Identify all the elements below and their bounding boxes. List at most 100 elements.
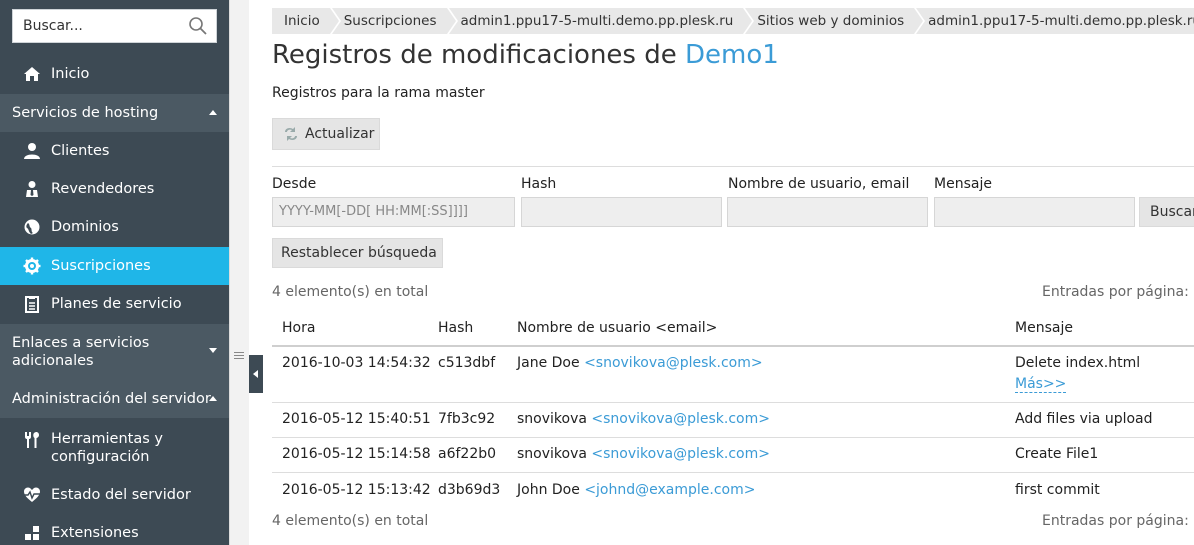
filter-hash-label: Hash [521, 176, 557, 192]
reset-search-label: Restablecer búsqueda [281, 245, 437, 261]
caret-up-icon [209, 110, 217, 115]
filter-desde-input[interactable]: YYYY-MM[-DD[ HH:MM[:SS]]]] [272, 197, 515, 227]
cell-user-name: snovikova [517, 446, 587, 462]
entries-per-page-label: Entradas por página: [1042, 284, 1194, 300]
sidebar-group-label-line2: adicionales [12, 353, 94, 369]
caret-up-icon [209, 396, 217, 401]
filter-user-input[interactable] [727, 197, 928, 227]
sidebar-search-input[interactable]: Buscar... [12, 9, 217, 43]
column-header-hash[interactable]: Hash [438, 320, 473, 336]
filter-desde-label: Desde [272, 176, 317, 192]
search-button[interactable]: Buscar [1139, 197, 1194, 227]
sidebar-item-clients[interactable]: Clientes [0, 132, 229, 170]
column-header-message[interactable]: Mensaje [1015, 320, 1073, 336]
sidebar-item-server-status[interactable]: Estado del servidor [0, 476, 229, 514]
cell-user-email-link[interactable]: <snovikova@plesk.com> [591, 411, 770, 427]
sidebar-item-resellers[interactable]: Revendedores [0, 170, 229, 208]
refresh-button[interactable]: Actualizar [272, 118, 380, 150]
breadcrumb-item[interactable]: admin1.ppu17-5-multi.demo.pp.plesk.ru [448, 8, 755, 34]
table-header-divider [272, 345, 1194, 347]
filter-user-label: Nombre de usuario, email [728, 176, 910, 192]
breadcrumb: Inicio Suscripciones admin1.ppu17-5-mult… [272, 8, 1194, 34]
sidebar-splitter[interactable] [229, 0, 249, 545]
sidebar-group-links[interactable]: Enlaces a servicios adicionales [0, 324, 229, 380]
filter-desde-placeholder: YYYY-MM[-DD[ HH:MM[:SS]]]] [279, 204, 468, 219]
page-subtitle: Registros para la rama master [272, 85, 485, 101]
sidebar-item-label: Dominios [51, 219, 119, 235]
sidebar-item-label: Revendedores [51, 181, 155, 197]
sidebar-group-hosting[interactable]: Servicios de hosting [0, 94, 229, 132]
user-icon [21, 140, 43, 162]
breadcrumb-item[interactable]: admin1.ppu17-5-multi.demo.pp.plesk.ru [916, 8, 1194, 34]
sidebar-item-domains[interactable]: Dominios [0, 208, 229, 246]
cell-hash: a6f22b0 [438, 446, 497, 462]
search-icon[interactable] [188, 16, 208, 36]
entries-per-page-label: Entradas por página: [1042, 513, 1194, 529]
sidebar-group-server-admin[interactable]: Administración del servidor [0, 380, 229, 418]
cell-user-email-link[interactable]: <snovikova@plesk.com> [584, 355, 763, 371]
sidebar-item-tools-settings[interactable]: Herramientas y configuración [0, 420, 229, 476]
cell-time: 2016-05-12 15:13:42 [282, 482, 431, 498]
breadcrumb-item[interactable]: Inicio [272, 8, 341, 34]
cell-message: Delete index.html [1015, 355, 1141, 371]
page-title: Registros de modificaciones de Demo1 [272, 40, 779, 70]
cell-time: 2016-10-03 14:54:32 [282, 355, 431, 371]
extensions-icon [21, 522, 43, 544]
cell-hash: d3b69d3 [438, 482, 501, 498]
search-placeholder: Buscar... [23, 18, 83, 34]
sidebar-item-label: Estado del servidor [51, 487, 191, 503]
row-divider [272, 402, 1194, 403]
row-divider [272, 437, 1194, 438]
filter-message-label: Mensaje [934, 176, 992, 192]
drag-handle-icon[interactable] [234, 352, 244, 362]
page-title-prefix: Registros de modificaciones de [272, 40, 686, 70]
cell-user-email-link[interactable]: <johnd@example.com> [584, 482, 755, 498]
cell-user: Jane Doe <snovikova@plesk.com> [517, 355, 763, 371]
page-title-name[interactable]: Demo1 [685, 40, 779, 70]
sidebar-item-label: Extensiones [51, 525, 139, 541]
cell-message: Add files via upload [1015, 411, 1153, 427]
gear-icon [21, 255, 43, 277]
sidebar-item-label: Suscripciones [51, 258, 151, 274]
filter-hash-input[interactable] [521, 197, 722, 227]
cell-user: snovikova <snovikova@plesk.com> [517, 446, 770, 462]
breadcrumb-item[interactable]: Suscripciones [331, 8, 458, 34]
refresh-icon [285, 127, 297, 141]
row-divider [272, 472, 1194, 473]
caret-down-icon [209, 348, 217, 353]
sidebar-item-label-line2: configuración [51, 449, 150, 465]
sidebar-group-label: Servicios de hosting [12, 105, 159, 121]
entries-per-page: Entradas por página: 1 [1042, 284, 1194, 300]
search-button-label: Buscar [1150, 204, 1194, 220]
heartbeat-icon [21, 484, 43, 506]
cell-hash: 7fb3c92 [438, 411, 496, 427]
column-header-user[interactable]: Nombre de usuario <email> [517, 320, 717, 336]
cell-hash: c513dbf [438, 355, 496, 371]
plan-icon [21, 293, 43, 315]
filter-message-input[interactable] [934, 197, 1135, 227]
reset-search-button[interactable]: Restablecer búsqueda [272, 238, 443, 268]
cell-user: snovikova <snovikova@plesk.com> [517, 411, 770, 427]
sidebar: Buscar... Inicio Servicios de hosting Cl… [0, 0, 229, 545]
divider [272, 166, 1194, 167]
sidebar-item-service-plans[interactable]: Planes de servicio [0, 285, 229, 323]
cell-user-name: Jane Doe [517, 355, 580, 371]
collapse-sidebar-button[interactable] [249, 355, 263, 393]
more-link[interactable]: Más>> [1015, 376, 1067, 393]
sidebar-item-home[interactable]: Inicio [0, 55, 229, 93]
cell-user-email-link[interactable]: <snovikova@plesk.com> [591, 446, 770, 462]
cell-message: Create File1 [1015, 446, 1099, 462]
sidebar-item-label: Planes de servicio [51, 296, 182, 312]
entries-per-page-bottom: Entradas por página: 1 [1042, 513, 1194, 529]
sidebar-item-label: Clientes [51, 143, 110, 159]
total-count-bottom: 4 elemento(s) en total [272, 513, 429, 529]
sidebar-group-label-line1: Enlaces a servicios [12, 335, 150, 351]
cell-user: John Doe <johnd@example.com> [517, 482, 755, 498]
column-header-time[interactable]: Hora [282, 320, 315, 336]
cell-message: first commit [1015, 482, 1100, 498]
cell-user-name: John Doe [517, 482, 580, 498]
breadcrumb-item[interactable]: Sitios web y dominios [745, 8, 925, 34]
home-icon [21, 63, 43, 85]
sidebar-item-subscriptions[interactable]: Suscripciones [0, 247, 229, 285]
sidebar-item-extensions[interactable]: Extensiones [0, 514, 229, 545]
